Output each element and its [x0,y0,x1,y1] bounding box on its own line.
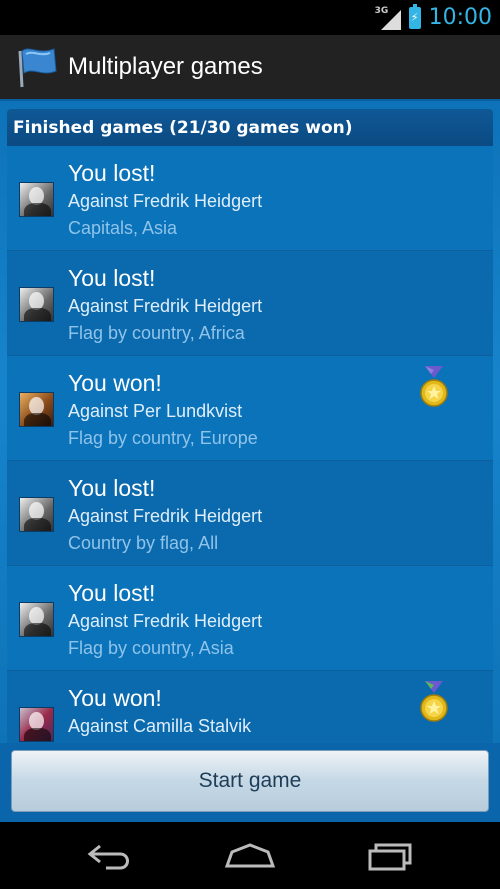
battery-charging-icon: ⚡ [408,3,421,29]
game-category: Flag by country, Asia [68,638,234,658]
game-row[interactable]: You won! Against Per Lundkvist Flag by c… [7,356,493,461]
finished-games-header: Finished games (21/30 games won) [7,109,493,146]
main-content: Finished games (21/30 games won) You los… [0,101,500,822]
avatar [19,392,54,427]
avatar [19,287,54,322]
game-category: Flag by country, Europe [68,428,258,448]
system-nav-bar [0,822,500,889]
game-result: You lost! [68,475,156,501]
game-opponent: Against Fredrik Heidgert [68,296,263,316]
game-result: You lost! [68,265,156,291]
avatar [19,497,54,532]
bottom-bar: Start game [0,743,500,822]
game-opponent: Against Camilla Stalvik [68,716,252,736]
avatar [19,182,54,217]
back-button[interactable] [80,836,140,876]
flag-icon[interactable] [16,45,58,89]
cell-signal-icon: 3G [375,6,401,30]
recent-apps-icon [368,843,412,870]
game-opponent: Against Per Lundkvist [68,401,243,421]
game-opponent: Against Fredrik Heidgert [68,611,263,631]
status-time: 10:00 [428,5,492,30]
home-icon [224,842,276,867]
avatar [19,707,54,742]
game-result: You won! [68,685,162,711]
action-bar: Multiplayer games [0,35,500,101]
game-category: Country by flag, All [68,533,219,553]
game-row[interactable]: You lost! Against Fredrik Heidgert Flag … [7,566,493,671]
avatar [19,602,54,637]
medal-icon [420,681,448,722]
game-result: You won! [68,370,162,396]
page-title: Multiplayer games [68,53,263,80]
start-game-button[interactable]: Start game [11,750,489,812]
game-result: You lost! [68,160,156,186]
game-row[interactable]: You lost! Against Fredrik Heidgert Flag … [7,251,493,356]
medal-icon [420,366,448,407]
game-opponent: Against Fredrik Heidgert [68,506,263,526]
game-row[interactable]: You won! Against Camilla Stalvik [7,671,493,743]
game-category: Capitals, Asia [68,218,178,238]
game-opponent: Against Fredrik Heidgert [68,191,263,211]
status-bar: 3G ⚡ 10:00 [0,0,500,35]
game-category: Flag by country, Africa [68,323,245,343]
game-result: You lost! [68,580,156,606]
recent-apps-button[interactable] [360,836,420,876]
back-icon [87,844,129,869]
game-row[interactable]: You lost! Against Fredrik Heidgert Capit… [7,146,493,251]
game-row[interactable]: You lost! Against Fredrik Heidgert Count… [7,461,493,566]
home-button[interactable] [220,836,280,876]
game-list[interactable]: You lost! Against Fredrik Heidgert Capit… [7,146,493,743]
